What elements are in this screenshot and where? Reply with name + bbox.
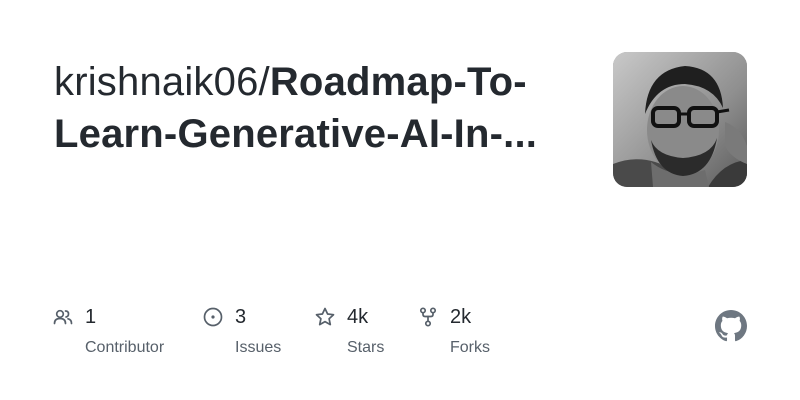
stat-forks[interactable]: 2k Forks [417, 303, 490, 357]
contributors-count: 1 [85, 305, 97, 328]
github-mark-icon[interactable] [715, 310, 747, 342]
repo-owner: krishnaik06/ [54, 60, 270, 104]
repo-title: krishnaik06/Roadmap-To- Learn-Generative… [54, 56, 584, 160]
forks-label: Forks [450, 339, 490, 356]
issue-icon [202, 306, 224, 328]
avatar-photo [613, 52, 747, 187]
contributors-label: Contributor [85, 339, 165, 356]
owner-avatar [613, 52, 747, 187]
stat-stars[interactable]: 4k Stars [314, 303, 384, 357]
fork-icon [417, 306, 439, 328]
forks-count: 2k [450, 305, 472, 328]
issues-label: Issues [235, 339, 282, 356]
stat-issues[interactable]: 3 Issues [202, 303, 281, 357]
issues-count: 3 [235, 305, 247, 328]
stars-label: Stars [347, 339, 385, 356]
repo-name-line1: Roadmap-To- [269, 60, 527, 104]
stat-contributors[interactable]: 1 Contributor [52, 303, 164, 357]
stars-count: 4k [347, 305, 369, 328]
people-icon [52, 306, 74, 328]
star-icon [314, 306, 336, 328]
repo-name-line2: Learn-Generative-AI-In-... [54, 112, 538, 156]
